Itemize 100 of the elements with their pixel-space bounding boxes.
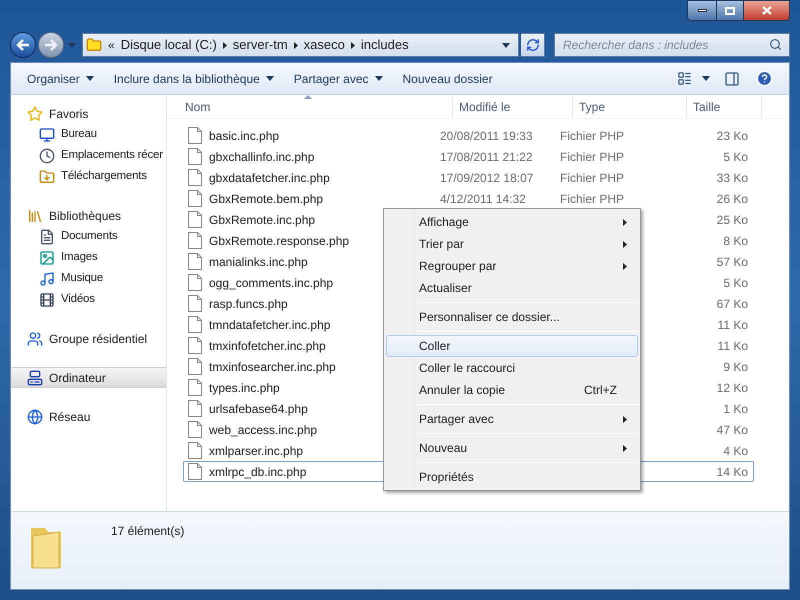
forward-button[interactable] bbox=[38, 32, 64, 58]
menu-item[interactable]: Nouveau bbox=[386, 437, 638, 459]
file-name[interactable]: manialinks.inc.php bbox=[209, 252, 308, 270]
file-type: Fichier PHP bbox=[560, 190, 626, 208]
modified-date: 20/08/2011 19:33 bbox=[440, 128, 534, 144]
file-name[interactable]: types.inc.php bbox=[209, 378, 280, 396]
file-size: 23 Ko bbox=[716, 128, 748, 144]
file-name[interactable]: urlsafebase64.php bbox=[209, 400, 308, 418]
search-icon bbox=[769, 38, 782, 51]
file-icon bbox=[188, 232, 202, 249]
toolbar-button[interactable]: Organiser bbox=[19, 66, 102, 90]
maximize-button[interactable] bbox=[716, 1, 743, 20]
toolbar-button[interactable]: Nouveau dossier bbox=[394, 66, 501, 90]
file-name[interactable]: xmlrpc_db.inc.php bbox=[209, 462, 306, 480]
file-size: 47 Ko bbox=[716, 422, 748, 438]
sidebar-item[interactable]: Musique bbox=[11, 268, 166, 289]
menu-item[interactable]: Affichage bbox=[386, 211, 638, 233]
file-name[interactable]: xmlparser.inc.php bbox=[209, 442, 304, 460]
breadcrumb[interactable]: includes bbox=[360, 35, 409, 55]
back-arrow-icon bbox=[16, 39, 30, 51]
file-icon bbox=[188, 190, 202, 207]
address-bar[interactable]: « Disque local (C:) server-tm xaseco includes bbox=[82, 33, 519, 57]
breadcrumb[interactable]: xaseco bbox=[304, 35, 345, 55]
sidebar-item[interactable]: Groupe résidentiel bbox=[11, 328, 166, 349]
file-name[interactable]: GbxRemote.bem.php bbox=[209, 190, 324, 208]
file-name[interactable]: tmxinfosearcher.inc.php bbox=[209, 358, 336, 376]
overflow-chevron[interactable]: « bbox=[108, 36, 115, 54]
file-type: Fichier PHP bbox=[560, 170, 626, 186]
modified-date: 17/09/2012 18:07 bbox=[440, 170, 534, 186]
sidebar-item[interactable]: Ordinateur bbox=[11, 367, 166, 388]
file-name[interactable]: tmxinfofetcher.inc.php bbox=[209, 336, 326, 354]
sort-arrow-icon bbox=[304, 95, 312, 99]
file-name[interactable]: gbxdatafetcher.inc.php bbox=[209, 168, 330, 186]
minimize-button[interactable] bbox=[688, 1, 716, 20]
file-name[interactable]: tmndatafetcher.inc.php bbox=[209, 316, 330, 334]
refresh-button[interactable] bbox=[521, 33, 545, 57]
file-icon bbox=[188, 127, 202, 144]
sidebar-item[interactable]: Images bbox=[11, 247, 166, 268]
file-icon bbox=[188, 211, 202, 228]
close-button[interactable] bbox=[743, 1, 789, 20]
file-size: 9 Ko bbox=[722, 358, 748, 376]
refresh-icon bbox=[526, 38, 540, 52]
file-name[interactable]: gbxchallinfo.inc.php bbox=[209, 148, 314, 166]
breadcrumb[interactable]: server-tm bbox=[232, 35, 288, 55]
file-name[interactable]: web_access.inc.php bbox=[209, 420, 318, 438]
computer-icon bbox=[27, 370, 43, 386]
image-icon bbox=[39, 250, 55, 266]
file-size: 57 Ko bbox=[716, 254, 748, 270]
search-field[interactable]: Rechercher dans : includes bbox=[554, 33, 790, 57]
file-icon bbox=[188, 148, 202, 165]
back-button[interactable] bbox=[10, 32, 36, 58]
sidebar-item[interactable]: Bibliothèques bbox=[11, 205, 166, 226]
file-icon bbox=[188, 463, 202, 480]
menu-item[interactable]: Coller le raccourci bbox=[386, 357, 638, 379]
sidebar-item[interactable]: Documents bbox=[11, 226, 166, 247]
menu-item[interactable]: Trier par bbox=[386, 233, 638, 255]
sidebar-item[interactable]: Favoris bbox=[11, 103, 166, 124]
file-size: 67 Ko bbox=[716, 296, 748, 312]
menu-item[interactable]: Personnaliser ce dossier... bbox=[386, 306, 638, 328]
file-size: 12 Ko bbox=[716, 380, 748, 396]
toolbar-button[interactable]: Partager avec bbox=[286, 66, 391, 90]
menu-item[interactable]: Coller bbox=[386, 335, 638, 357]
sidebar-item[interactable]: Emplacements récer bbox=[11, 145, 166, 166]
help-icon bbox=[756, 70, 773, 87]
breadcrumb[interactable]: Disque local (C:) bbox=[120, 35, 217, 55]
column-header[interactable]: Taille bbox=[687, 96, 762, 118]
star-icon bbox=[27, 106, 43, 122]
file-name[interactable]: basic.inc.php bbox=[209, 126, 280, 144]
sidebar-item[interactable]: Vidéos bbox=[11, 289, 166, 310]
menu-item[interactable]: Partager avec bbox=[386, 408, 638, 430]
chevron-icon bbox=[222, 42, 227, 48]
modified-date: 4/12/2011 14:32 bbox=[440, 190, 527, 208]
file-name[interactable]: ogg_comments.inc.php bbox=[209, 274, 334, 292]
caret-icon bbox=[502, 42, 510, 48]
film-icon bbox=[39, 292, 55, 308]
file-icon bbox=[188, 169, 202, 186]
file-name[interactable]: GbxRemote.response.php bbox=[209, 232, 350, 250]
file-name[interactable]: GbxRemote.inc.php bbox=[209, 210, 316, 228]
column-header[interactable]: Modifié le bbox=[453, 96, 573, 118]
toolbar-button[interactable]: Inclure dans la bibliothèque bbox=[106, 66, 282, 90]
sidebar-item[interactable]: Réseau bbox=[11, 406, 166, 427]
sidebar-item[interactable]: Téléchargements bbox=[11, 166, 166, 187]
file-icon bbox=[188, 358, 202, 375]
file-size: 11 Ko bbox=[716, 338, 748, 354]
menu-item[interactable]: Propriétés bbox=[386, 466, 638, 488]
file-icon bbox=[188, 400, 202, 417]
menu-item[interactable]: Annuler la copie Ctrl+Z bbox=[386, 379, 638, 401]
file-icon bbox=[188, 379, 202, 396]
file-icon bbox=[188, 274, 202, 291]
details-view-icon bbox=[677, 71, 692, 86]
menu-item[interactable]: Actualiser bbox=[386, 277, 638, 299]
file-size: 5 Ko bbox=[722, 148, 748, 166]
sidebar-item[interactable]: Bureau bbox=[11, 124, 166, 145]
file-size: 25 Ko bbox=[716, 212, 748, 228]
column-header[interactable]: Type bbox=[573, 96, 687, 118]
menu-item[interactable]: Regrouper par bbox=[386, 255, 638, 277]
file-size: 14 Ko bbox=[716, 464, 748, 480]
shortcut-text: Ctrl+Z bbox=[584, 382, 617, 399]
file-size: 5 Ko bbox=[722, 274, 748, 292]
file-name[interactable]: rasp.funcs.php bbox=[209, 294, 288, 312]
